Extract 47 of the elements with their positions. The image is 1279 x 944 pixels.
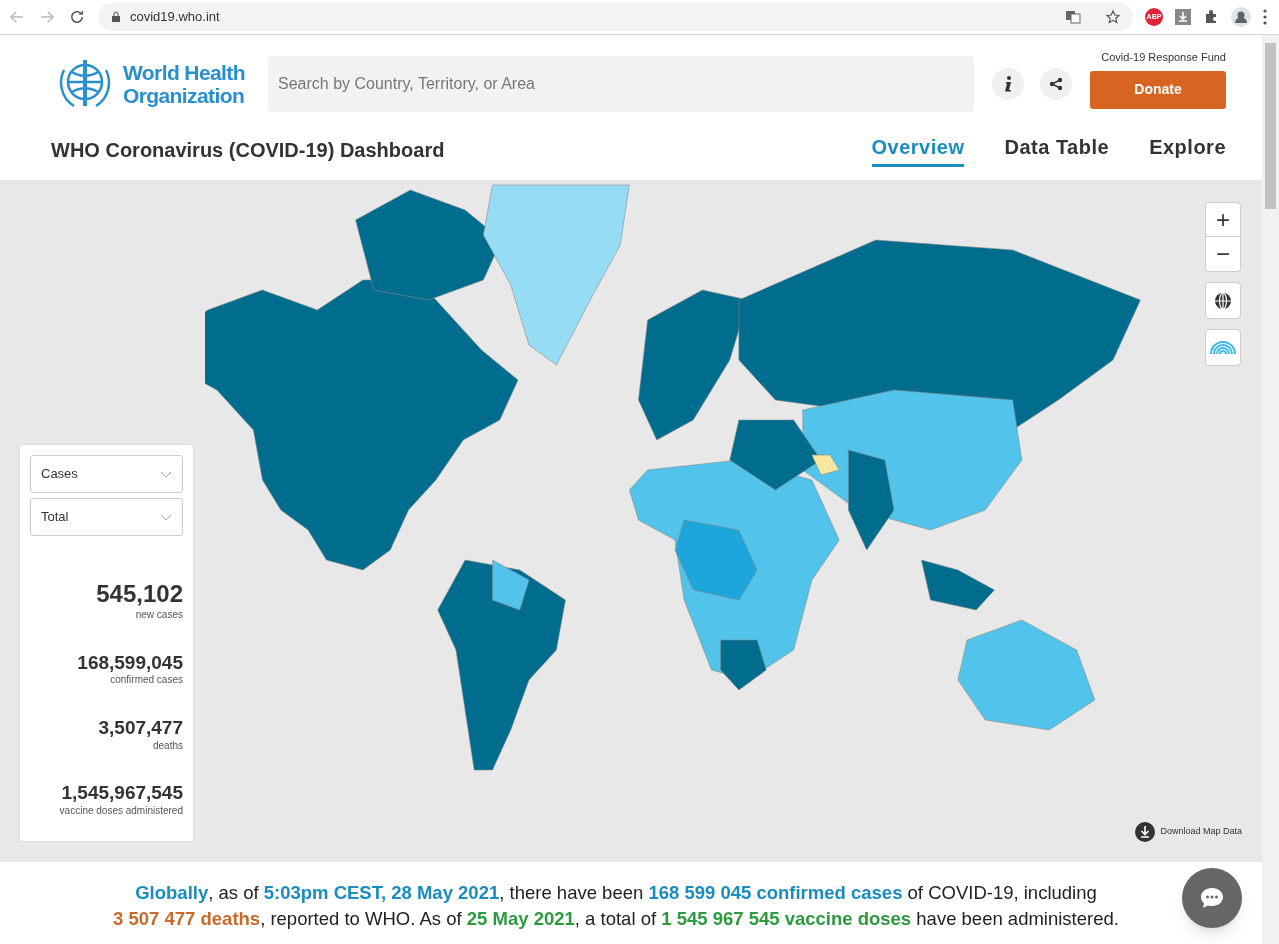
download-extension-icon[interactable] (1175, 9, 1191, 25)
address-bar[interactable]: covid19.who.int (98, 3, 1133, 31)
share-button[interactable] (1040, 68, 1072, 100)
zoom-in-button[interactable]: + (1205, 202, 1241, 237)
globe-button[interactable] (1205, 282, 1241, 319)
url-text: covid19.who.int (130, 8, 220, 27)
lock-icon (110, 11, 122, 23)
search-field[interactable]: Search by Country, Territory, or Area (268, 56, 974, 112)
chat-bubble-icon (1199, 886, 1225, 910)
logo-text: Organization (123, 84, 245, 107)
globe-icon (1214, 291, 1232, 310)
stat-label: new cases (135, 609, 183, 622)
stat-label: vaccine doses administered (59, 804, 183, 818)
chevron-down-icon (160, 470, 172, 478)
donate-button[interactable]: Donate (1090, 70, 1226, 109)
nav-tab[interactable]: Data Table (1004, 132, 1110, 167)
info-icon (1004, 76, 1012, 92)
nav-tab[interactable]: Overview (871, 132, 965, 167)
stat-label: confirmed cases (110, 674, 183, 687)
dropdown-value: Total (41, 508, 69, 527)
nav-tab[interactable]: Explore (1149, 132, 1226, 167)
star-icon[interactable] (1105, 9, 1121, 25)
scrollbar[interactable] (1262, 35, 1279, 944)
stat-value: 1,545,967,545 (61, 781, 183, 805)
stat-value: 545,102 (96, 579, 183, 609)
zoom-out-button[interactable]: − (1205, 237, 1241, 272)
dropdown-value: Cases (41, 465, 78, 484)
chevron-down-icon (160, 513, 172, 521)
logo-text: World Health (123, 61, 245, 84)
chat-button[interactable] (1182, 868, 1242, 928)
download-icon (1135, 822, 1156, 842)
info-button[interactable] (992, 68, 1024, 100)
reload-icon[interactable] (68, 8, 86, 26)
stat-value: 168,599,045 (77, 650, 183, 675)
profile-icon[interactable] (1231, 7, 1251, 27)
fund-label: Covid-19 Response Fund (1101, 50, 1226, 66)
download-map-data-link[interactable]: Download Map Data (1135, 822, 1242, 842)
share-icon (1049, 77, 1063, 91)
summary-text: Globally, as of 5:03pm CEST, 28 May 2021, there have been 168 599 045 confirmed cases of COVID-19, including 3 507 477 deaths, reported to WHO. As of 25 May 2021, a total of 1 545 967 545 vaccine doses have been administered. (112, 881, 1120, 931)
puzzle-icon[interactable] (1203, 9, 1219, 25)
menu-icon[interactable] (1263, 9, 1267, 25)
stat-value: 3,507,477 (98, 715, 183, 740)
dashboard-title: WHO Coronavirus (COVID-19) Dashboard (51, 137, 445, 163)
dropdown[interactable]: Total (30, 498, 183, 536)
dropdown[interactable]: Cases (30, 455, 183, 493)
signal-waves-icon (1210, 340, 1236, 355)
stat-label: deaths (152, 739, 183, 752)
